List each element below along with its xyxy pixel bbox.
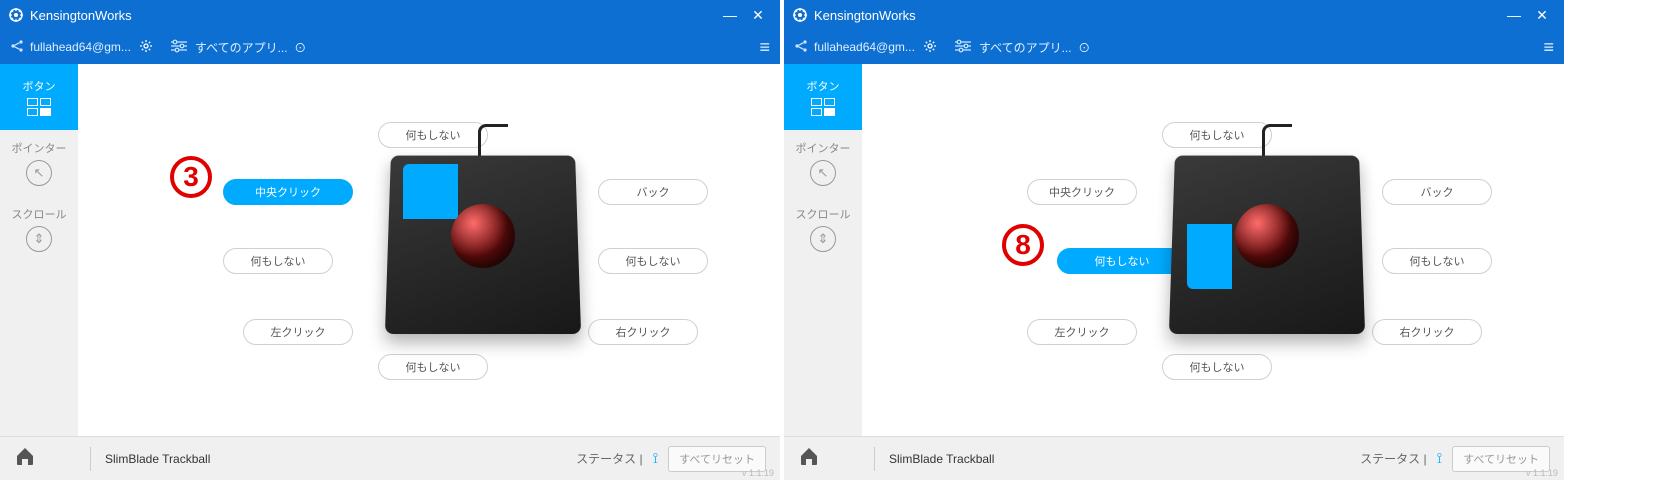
button-lower-left[interactable]: 何もしない bbox=[223, 248, 333, 274]
tab-label: ボタン bbox=[807, 78, 840, 94]
button-bottom-right[interactable]: 右クリック bbox=[588, 319, 698, 345]
tab-label: ボタン bbox=[23, 78, 56, 94]
app-logo-icon bbox=[792, 7, 808, 23]
main-panel: 3 何もしない 中央クリック バック 何もしない 何もしない 左クリック 右クリ… bbox=[78, 64, 780, 436]
pointer-icon: ↖ bbox=[810, 160, 836, 186]
user-email[interactable]: fullahead64@gm... bbox=[814, 40, 915, 54]
app-selector[interactable]: すべてのアプリ... ⊙ bbox=[195, 39, 760, 56]
titlebar: KensingtonWorks — ✕ bbox=[784, 0, 1564, 30]
app-title: KensingtonWorks bbox=[814, 8, 1500, 23]
status-label: ステータス bbox=[576, 450, 636, 467]
home-icon[interactable] bbox=[14, 445, 36, 473]
sidebar: ボタン ポインター ↖ スクロール ⇕ bbox=[784, 64, 862, 436]
annotation-3: 3 bbox=[170, 156, 212, 198]
version-label: v 1.1.19 bbox=[1526, 468, 1558, 478]
app-title: KensingtonWorks bbox=[30, 8, 716, 23]
hamburger-menu-icon[interactable]: ≡ bbox=[1543, 37, 1554, 58]
status-separator: | bbox=[1420, 452, 1426, 466]
statusbar: SlimBlade Trackball ステータス | ⟟ すべてリセット bbox=[784, 436, 1564, 480]
button-mid-right[interactable]: バック bbox=[598, 179, 708, 205]
minimize-button[interactable]: — bbox=[1500, 7, 1528, 23]
app-logo-icon bbox=[8, 7, 24, 23]
close-button[interactable]: ✕ bbox=[1528, 7, 1556, 24]
device-highlight-bottom-left bbox=[1187, 224, 1232, 289]
trackball-device bbox=[1172, 124, 1362, 334]
tab-pointer[interactable]: ポインター ↖ bbox=[784, 130, 862, 196]
button-very-bottom[interactable]: 何もしない bbox=[378, 354, 488, 380]
button-very-bottom[interactable]: 何もしない bbox=[1162, 354, 1272, 380]
usb-icon: ⟟ bbox=[1437, 450, 1443, 467]
annotation-8: 8 bbox=[1002, 224, 1044, 266]
device-name: SlimBlade Trackball bbox=[889, 452, 994, 466]
close-button[interactable]: ✕ bbox=[744, 7, 772, 24]
user-email[interactable]: fullahead64@gm... bbox=[30, 40, 131, 54]
button-lower-right[interactable]: 何もしない bbox=[1382, 248, 1492, 274]
tab-scroll[interactable]: スクロール ⇕ bbox=[784, 196, 862, 262]
button-mid-left-active[interactable]: 中央クリック bbox=[223, 179, 353, 205]
toolbar: fullahead64@gm... すべてのアプリ... ⊙ ≡ bbox=[0, 30, 780, 64]
sliders-icon[interactable] bbox=[171, 39, 187, 56]
sliders-icon[interactable] bbox=[955, 39, 971, 56]
button-bottom-left[interactable]: 左クリック bbox=[1027, 319, 1137, 345]
tab-buttons[interactable]: ボタン bbox=[784, 64, 862, 130]
app-selector[interactable]: すべてのアプリ... ⊙ bbox=[979, 39, 1544, 56]
minimize-button[interactable]: — bbox=[716, 7, 744, 23]
button-mid-right[interactable]: バック bbox=[1382, 179, 1492, 205]
button-lower-right[interactable]: 何もしない bbox=[598, 248, 708, 274]
device-name: SlimBlade Trackball bbox=[105, 452, 210, 466]
device-highlight-top-left bbox=[403, 164, 458, 219]
button-bottom-left[interactable]: 左クリック bbox=[243, 319, 353, 345]
pointer-icon: ↖ bbox=[26, 160, 52, 186]
tab-label: スクロール bbox=[12, 206, 67, 222]
tab-pointer[interactable]: ポインター ↖ bbox=[0, 130, 78, 196]
status-separator: | bbox=[636, 452, 642, 466]
toolbar: fullahead64@gm... すべてのアプリ... ⊙ ≡ bbox=[784, 30, 1564, 64]
main-panel: 8 何もしない 中央クリック バック 何もしない 何もしない 左クリック 右クリ… bbox=[862, 64, 1564, 436]
sidebar: ボタン ポインター ↖ スクロール ⇕ bbox=[0, 64, 78, 436]
share-icon[interactable] bbox=[10, 39, 24, 56]
button-lower-left-active[interactable]: 何もしない bbox=[1057, 248, 1187, 274]
scroll-icon: ⇕ bbox=[26, 226, 52, 252]
statusbar: SlimBlade Trackball ステータス | ⟟ すべてリセット bbox=[0, 436, 780, 480]
version-label: v 1.1.19 bbox=[742, 468, 774, 478]
tab-label: スクロール bbox=[796, 206, 851, 222]
tab-label: ポインター bbox=[796, 140, 851, 156]
settings-gear-icon[interactable] bbox=[139, 39, 153, 56]
tab-label: ポインター bbox=[12, 140, 67, 156]
status-label: ステータス bbox=[1360, 450, 1420, 467]
scroll-icon: ⇕ bbox=[810, 226, 836, 252]
tab-buttons[interactable]: ボタン bbox=[0, 64, 78, 130]
settings-gear-icon[interactable] bbox=[923, 39, 937, 56]
button-mid-left[interactable]: 中央クリック bbox=[1027, 179, 1137, 205]
usb-icon: ⟟ bbox=[653, 450, 659, 467]
buttons-grid-icon bbox=[811, 98, 835, 116]
home-icon[interactable] bbox=[798, 445, 820, 473]
hamburger-menu-icon[interactable]: ≡ bbox=[759, 37, 770, 58]
titlebar: KensingtonWorks — ✕ bbox=[0, 0, 780, 30]
trackball-device bbox=[388, 124, 578, 334]
tab-scroll[interactable]: スクロール ⇕ bbox=[0, 196, 78, 262]
buttons-grid-icon bbox=[27, 98, 51, 116]
share-icon[interactable] bbox=[794, 39, 808, 56]
button-bottom-right[interactable]: 右クリック bbox=[1372, 319, 1482, 345]
